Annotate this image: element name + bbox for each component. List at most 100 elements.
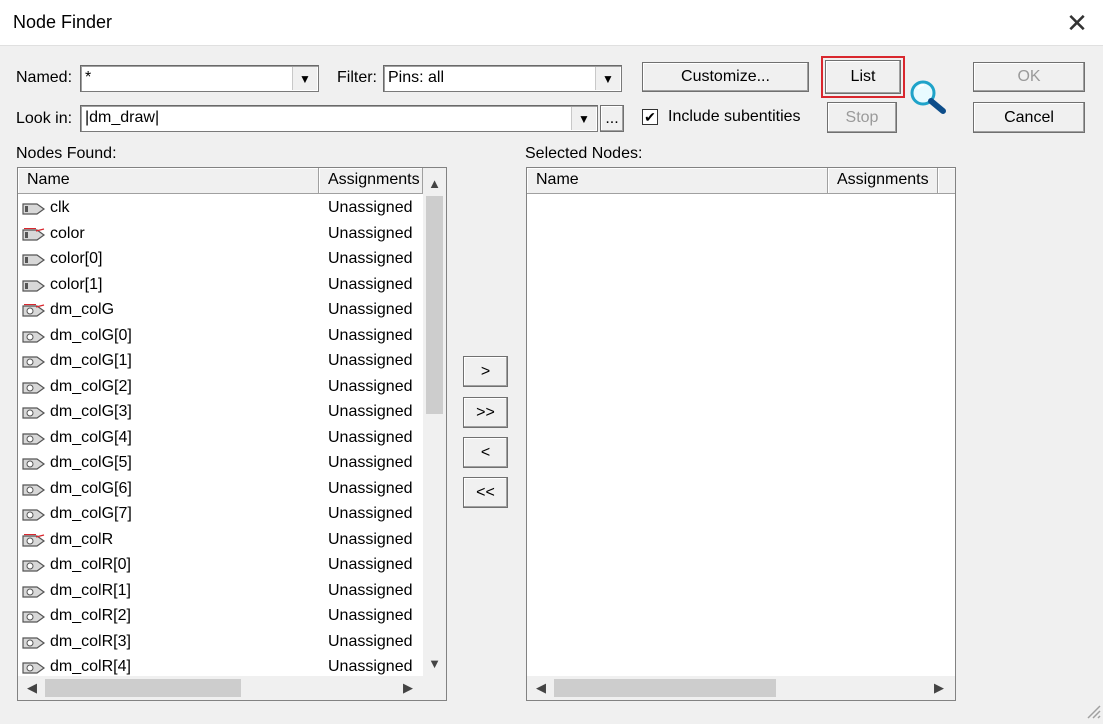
- chevron-down-icon[interactable]: ▼: [292, 67, 317, 90]
- nodes-found-rows: clk Unassigned color Unassigned color[0] Unas…: [18, 196, 423, 676]
- output-pin-icon: [22, 560, 46, 572]
- ok-button[interactable]: OK: [973, 62, 1085, 92]
- node-name: dm_colR[2]: [50, 607, 131, 624]
- table-row[interactable]: dm_colG[4] Unassigned: [18, 426, 423, 452]
- output-pin-icon: [22, 585, 46, 598]
- chevron-down-icon[interactable]: ▼: [595, 67, 620, 90]
- stop-button[interactable]: Stop: [827, 102, 897, 133]
- named-combobox[interactable]: * ▼: [80, 65, 319, 92]
- node-assignment: Unassigned: [328, 607, 413, 624]
- node-assignment: Unassigned: [328, 479, 413, 497]
- column-header-extra[interactable]: [938, 168, 955, 194]
- scroll-thumb[interactable]: [45, 679, 241, 697]
- remove-button[interactable]: <: [463, 437, 508, 468]
- output-pin-icon: [22, 381, 46, 394]
- table-row[interactable]: dm_colR[1] Unassigned: [18, 579, 423, 605]
- table-row[interactable]: dm_colR[3] Unassigned: [18, 630, 423, 656]
- table-row[interactable]: dm_colR[4] Unassigned: [18, 655, 423, 676]
- column-header-assignments[interactable]: Assignments: [319, 168, 423, 194]
- table-row[interactable]: color[0] Unassigned: [18, 247, 423, 273]
- node-name: dm_colR[3]: [50, 632, 131, 650]
- add-button[interactable]: >: [463, 356, 508, 387]
- scroll-thumb[interactable]: [554, 679, 776, 697]
- node-name: dm_colR: [50, 530, 114, 548]
- window-title: Node Finder: [13, 12, 113, 32]
- node-assignment: Unassigned: [328, 352, 413, 369]
- scroll-up-icon[interactable]: ▲: [423, 172, 446, 194]
- scroll-down-icon[interactable]: ▼: [423, 652, 446, 674]
- include-subentities-label: Include subentities: [668, 108, 801, 125]
- filter-value: Pins: all: [388, 69, 445, 86]
- node-name: dm_colR[1]: [50, 581, 131, 599]
- node-assignment: Unassigned: [328, 199, 413, 216]
- node-name: color: [50, 224, 85, 242]
- node-assignment: Unassigned: [328, 454, 413, 471]
- look-in-combobox[interactable]: |dm_draw| ▼: [80, 105, 598, 132]
- scroll-right-icon[interactable]: ▶: [929, 676, 949, 700]
- nodes-found-list[interactable]: Name Assignments clk Unassigned color Unass…: [17, 167, 447, 701]
- table-row[interactable]: color Unassigned: [18, 222, 423, 248]
- selected-nodes-list[interactable]: Name Assignments ◀ ▶: [526, 167, 956, 701]
- node-assignment: Unassigned: [328, 403, 413, 420]
- horizontal-scrollbar[interactable]: ◀ ▶: [527, 676, 955, 700]
- customize-button[interactable]: Customize...: [642, 62, 809, 92]
- list-button[interactable]: List: [825, 60, 901, 94]
- node-assignment: Unassigned: [328, 505, 413, 522]
- named-label: Named:: [16, 69, 73, 86]
- include-subentities-checkbox[interactable]: ✔: [642, 109, 658, 125]
- scroll-thumb[interactable]: [426, 196, 443, 414]
- resize-grip-icon[interactable]: [1085, 703, 1101, 719]
- column-header-name[interactable]: Name: [527, 168, 828, 194]
- table-row[interactable]: dm_colG[5] Unassigned: [18, 451, 423, 477]
- output-bus-pin-icon: [22, 304, 46, 317]
- scroll-left-icon[interactable]: ◀: [22, 676, 42, 700]
- node-assignment: Unassigned: [328, 632, 413, 650]
- node-name: dm_colG[2]: [50, 377, 132, 395]
- node-name: dm_colG[5]: [50, 454, 132, 471]
- column-header-name[interactable]: Name: [18, 168, 319, 194]
- node-name: dm_colG[3]: [50, 403, 132, 420]
- node-assignment: Unassigned: [328, 428, 413, 446]
- table-row[interactable]: dm_colR[2] Unassigned: [18, 604, 423, 630]
- output-pin-icon: [22, 483, 46, 496]
- column-header-assignments[interactable]: Assignments: [828, 168, 938, 194]
- scroll-right-icon[interactable]: ▶: [398, 676, 418, 700]
- scroll-left-icon[interactable]: ◀: [531, 676, 551, 700]
- chevron-down-icon[interactable]: ▼: [571, 107, 596, 130]
- node-assignment: Unassigned: [328, 326, 413, 344]
- table-row[interactable]: dm_colG[1] Unassigned: [18, 349, 423, 375]
- look-in-value: |dm_draw|: [85, 109, 160, 126]
- table-row[interactable]: clk Unassigned: [18, 196, 423, 222]
- close-icon[interactable]: ✕: [1060, 6, 1094, 40]
- cancel-button[interactable]: Cancel: [973, 102, 1085, 133]
- filter-label: Filter:: [337, 69, 377, 86]
- table-row[interactable]: dm_colG[6] Unassigned: [18, 477, 423, 503]
- node-name: clk: [50, 199, 70, 216]
- table-row[interactable]: color[1] Unassigned: [18, 273, 423, 299]
- table-row[interactable]: dm_colG[2] Unassigned: [18, 375, 423, 401]
- remove-all-button[interactable]: <<: [463, 477, 508, 508]
- output-pin-icon: [22, 636, 46, 649]
- node-assignment: Unassigned: [328, 250, 413, 267]
- output-pin-icon: [22, 611, 46, 623]
- node-name: color[1]: [50, 275, 103, 293]
- selected-nodes-label: Selected Nodes:: [525, 145, 643, 162]
- table-row[interactable]: dm_colG[3] Unassigned: [18, 400, 423, 426]
- table-row[interactable]: dm_colR Unassigned: [18, 528, 423, 554]
- table-row[interactable]: dm_colG[7] Unassigned: [18, 502, 423, 528]
- table-row[interactable]: dm_colG[0] Unassigned: [18, 324, 423, 350]
- horizontal-scrollbar[interactable]: ◀ ▶: [18, 676, 446, 700]
- vertical-scrollbar[interactable]: ▲ ▼: [423, 168, 446, 676]
- node-assignment: Unassigned: [328, 301, 413, 318]
- node-assignment: Unassigned: [328, 530, 413, 548]
- table-row[interactable]: dm_colG Unassigned: [18, 298, 423, 324]
- node-name: dm_colG[1]: [50, 352, 132, 369]
- filter-combobox[interactable]: Pins: all ▼: [383, 65, 622, 92]
- browse-button[interactable]: ...: [600, 105, 624, 132]
- node-assignment: Unassigned: [328, 556, 413, 573]
- node-name: dm_colG[0]: [50, 326, 132, 344]
- table-row[interactable]: dm_colR[0] Unassigned: [18, 553, 423, 579]
- add-all-button[interactable]: >>: [463, 397, 508, 428]
- output-pin-icon: [22, 509, 46, 521]
- output-bus-pin-icon: [22, 533, 46, 547]
